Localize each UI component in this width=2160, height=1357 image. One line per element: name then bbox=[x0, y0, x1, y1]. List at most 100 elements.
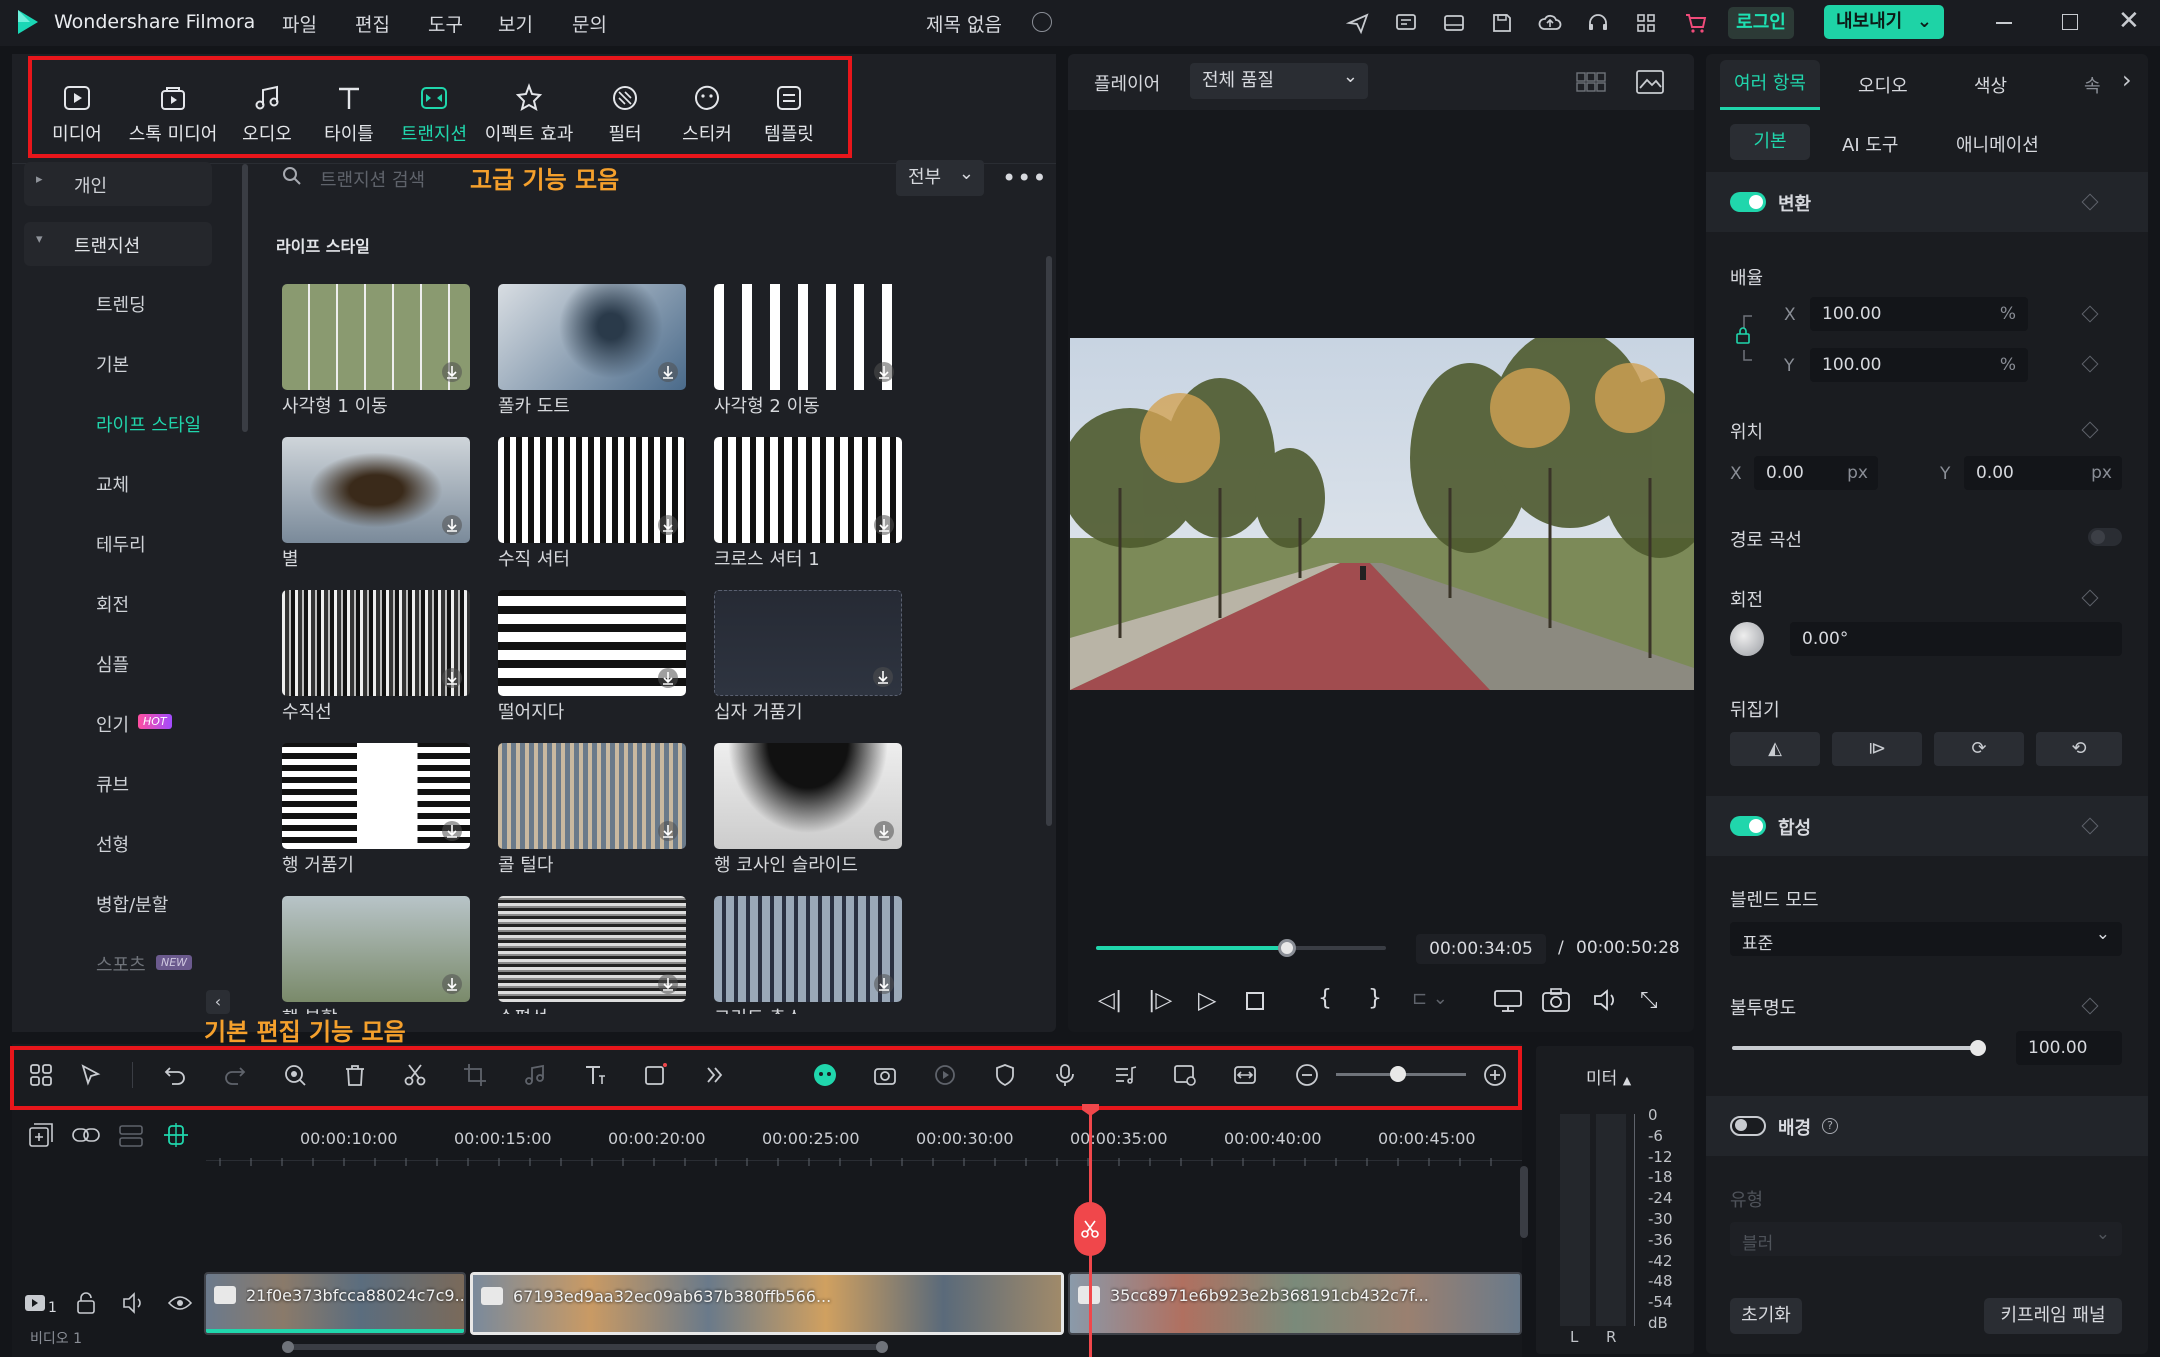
timeline-clip[interactable]: 35cc8971e6b923e2b368191cb432c7f... bbox=[1068, 1272, 1522, 1335]
download-icon[interactable] bbox=[442, 668, 462, 688]
download-icon[interactable] bbox=[442, 821, 462, 841]
download-icon[interactable] bbox=[658, 821, 678, 841]
minimize-button[interactable] bbox=[1996, 22, 2012, 24]
download-icon[interactable] bbox=[658, 668, 678, 688]
filter-dropdown[interactable]: 전부 ⌄ bbox=[896, 160, 984, 196]
subtab-basic[interactable]: 기본 bbox=[1730, 124, 1810, 160]
quality-dropdown[interactable]: 전체 품질 ⌄ bbox=[1190, 63, 1368, 99]
download-icon[interactable] bbox=[874, 362, 894, 382]
send-icon[interactable] bbox=[1342, 8, 1374, 38]
download-icon[interactable] bbox=[874, 821, 894, 841]
sidebar-item-lifestyle[interactable]: 라이프 스타일 bbox=[96, 411, 201, 437]
transition-thumbnail[interactable] bbox=[498, 743, 686, 849]
transition-thumbnail[interactable] bbox=[498, 284, 686, 390]
download-icon[interactable] bbox=[442, 362, 462, 382]
sidebar-group-personal[interactable]: ▸ 개인 bbox=[24, 162, 212, 206]
type-dropdown[interactable]: 블러 ⌄ bbox=[1730, 1222, 2122, 1256]
sidebar-item-merge-split[interactable]: 병합/분할 bbox=[96, 891, 168, 917]
scale-lock-icon[interactable] bbox=[1734, 310, 1754, 366]
rotate-clockwise-button[interactable]: ⟳ bbox=[1934, 732, 2024, 766]
timeline-clip[interactable]: 67193ed9aa32ec09ab637b380ffb566... bbox=[470, 1272, 1064, 1335]
tab-audio[interactable]: 오디오 bbox=[1858, 72, 1908, 98]
scale-y-input[interactable]: 100.00 % bbox=[1810, 348, 2028, 382]
track-visibility-icon[interactable] bbox=[167, 1294, 193, 1312]
login-button[interactable]: 로그인 bbox=[1728, 7, 1794, 39]
transition-thumbnail[interactable] bbox=[282, 896, 470, 1002]
position-x-input[interactable]: 0.00 px bbox=[1754, 456, 1878, 490]
flip-vertical-button[interactable]: ⧐ bbox=[1832, 732, 1922, 766]
download-icon[interactable] bbox=[658, 974, 678, 994]
search-input[interactable]: 트랜지션 검색 bbox=[320, 166, 425, 192]
previous-frame-icon[interactable]: ◁| bbox=[1098, 988, 1122, 1013]
track-mute-icon[interactable] bbox=[122, 1292, 146, 1314]
stop-icon[interactable] bbox=[1246, 992, 1264, 1010]
transition-thumbnail[interactable] bbox=[714, 437, 902, 543]
sidebar-item-border[interactable]: 테두리 bbox=[96, 531, 146, 557]
tab-color[interactable]: 색상 bbox=[1974, 72, 2007, 98]
download-icon[interactable] bbox=[442, 515, 462, 535]
transition-thumbnail[interactable] bbox=[282, 437, 470, 543]
headset-icon[interactable] bbox=[1582, 8, 1614, 38]
snap-magnet-icon[interactable] bbox=[162, 1122, 190, 1148]
track-lock-icon[interactable] bbox=[76, 1292, 96, 1314]
transition-thumbnail[interactable] bbox=[714, 743, 902, 849]
video-preview[interactable] bbox=[1070, 338, 1694, 690]
video-track-icon[interactable] bbox=[24, 1292, 50, 1314]
marker-dropdown-icon[interactable]: ⊏ ⌄ bbox=[1412, 988, 1448, 1009]
track-manager-icon[interactable] bbox=[118, 1124, 144, 1148]
opacity-slider-track[interactable] bbox=[1732, 1046, 1982, 1050]
add-track-icon[interactable] bbox=[28, 1122, 54, 1148]
transition-thumbnail[interactable] bbox=[714, 896, 902, 1002]
menu-file[interactable]: 파일 bbox=[282, 10, 317, 37]
sidebar-item-swap[interactable]: 교체 bbox=[96, 471, 129, 497]
subtab-animation[interactable]: 애니메이션 bbox=[1956, 131, 2039, 157]
composite-toggle[interactable] bbox=[1730, 816, 1766, 836]
sidebar-item-popular[interactable]: 인기 bbox=[96, 711, 129, 737]
next-frame-icon[interactable]: |▷ bbox=[1148, 988, 1172, 1013]
transition-thumbnail[interactable] bbox=[282, 590, 470, 696]
menu-edit[interactable]: 편집 bbox=[355, 10, 390, 37]
rotate-counterclockwise-button[interactable]: ⟲ bbox=[2036, 732, 2122, 766]
help-icon[interactable]: ? bbox=[1822, 1118, 1838, 1134]
snapshot-image-icon[interactable] bbox=[1636, 70, 1664, 94]
sidebar-group-transitions[interactable]: ▾ 트랜지션 bbox=[24, 222, 212, 266]
mark-out-icon[interactable]: } bbox=[1368, 986, 1382, 1011]
tabs-scroll-right-icon[interactable]: › bbox=[2122, 66, 2132, 94]
fullscreen-icon[interactable]: ⤡ bbox=[1640, 988, 1658, 1013]
more-options-icon[interactable]: ••• bbox=[1002, 164, 1047, 192]
playhead-split-button[interactable] bbox=[1074, 1202, 1106, 1256]
play-icon[interactable]: ▷ bbox=[1198, 986, 1216, 1014]
timeline-clip[interactable]: 21f0e373bfcca88024c7c9... bbox=[204, 1272, 466, 1335]
keyframe-panel-button[interactable]: 키프레임 패널 bbox=[1984, 1298, 2122, 1334]
transform-toggle[interactable] bbox=[1730, 192, 1766, 212]
sidebar-item-simple[interactable]: 심플 bbox=[96, 651, 129, 677]
transition-thumbnail[interactable] bbox=[714, 590, 902, 696]
background-toggle[interactable] bbox=[1730, 1116, 1766, 1136]
tab-multi-items[interactable]: 여러 항목 bbox=[1720, 60, 1820, 110]
transition-thumbnail[interactable] bbox=[282, 743, 470, 849]
volume-icon[interactable] bbox=[1592, 988, 1620, 1012]
restore-button[interactable] bbox=[2062, 14, 2078, 30]
opacity-input[interactable]: 100.00 bbox=[2016, 1031, 2122, 1065]
reset-button[interactable]: 초기화 bbox=[1730, 1298, 1802, 1334]
blend-mode-dropdown[interactable]: 표준 ⌄ bbox=[1730, 922, 2122, 956]
gallery-scrollbar[interactable] bbox=[1046, 256, 1052, 826]
timeline-horizontal-scrollbar[interactable] bbox=[286, 1344, 886, 1350]
grid-view-icon[interactable] bbox=[1576, 72, 1606, 92]
download-icon[interactable] bbox=[442, 974, 462, 994]
save-icon[interactable] bbox=[1486, 8, 1518, 38]
meter-dropdown[interactable]: 미터 ▲ bbox=[1586, 1064, 1631, 1089]
download-icon[interactable] bbox=[874, 515, 894, 535]
tab-speed[interactable]: 속도 bbox=[2084, 72, 2114, 96]
download-icon[interactable] bbox=[874, 974, 894, 994]
link-clips-icon[interactable] bbox=[72, 1124, 100, 1146]
display-monitor-icon[interactable] bbox=[1494, 990, 1522, 1012]
transition-thumbnail[interactable] bbox=[498, 437, 686, 543]
menu-help[interactable]: 문의 bbox=[572, 10, 607, 37]
sidebar-item-basic[interactable]: 기본 bbox=[96, 351, 129, 377]
transition-thumbnail[interactable] bbox=[498, 590, 686, 696]
feedback-icon[interactable] bbox=[1390, 8, 1422, 38]
rotation-dial[interactable] bbox=[1730, 622, 1764, 656]
transition-thumbnail[interactable] bbox=[498, 896, 686, 1002]
position-y-input[interactable]: 0.00 px bbox=[1964, 456, 2122, 490]
